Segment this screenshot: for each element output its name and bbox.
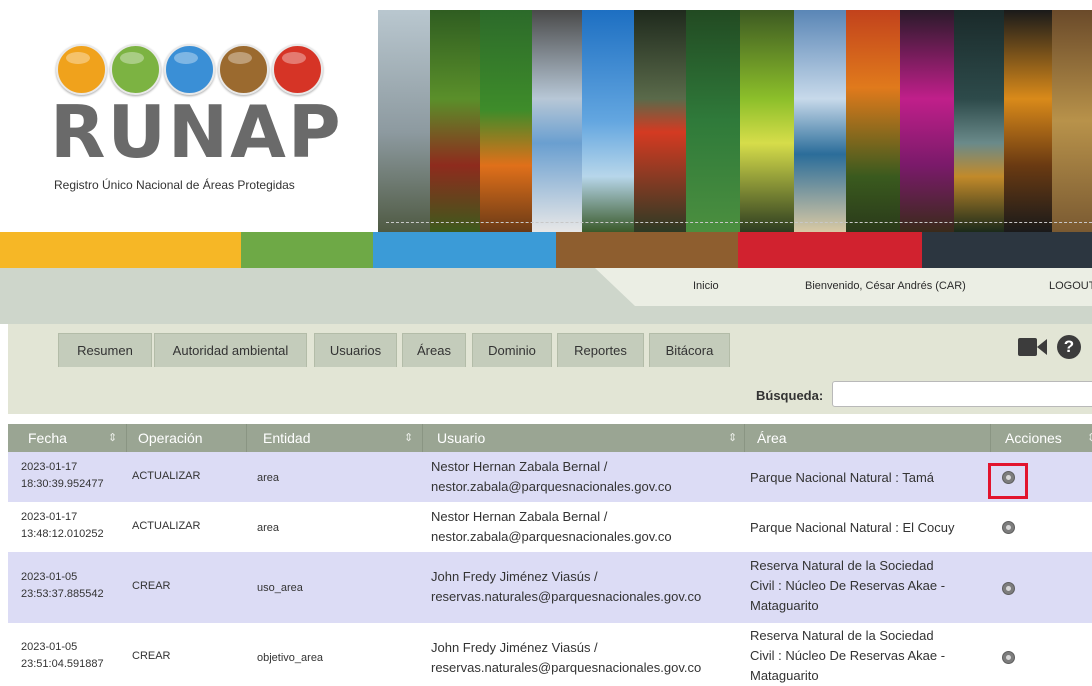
search-label: Búsqueda: bbox=[756, 388, 824, 403]
sort-icon[interactable]: ⇕ bbox=[108, 424, 117, 452]
sort-icon[interactable]: ⇕ bbox=[1087, 424, 1092, 452]
tab-autoridad-ambiental[interactable]: Autoridad ambiental bbox=[154, 333, 307, 367]
cell-operacion: ACTUALIZAR bbox=[132, 470, 201, 482]
nature-banner bbox=[378, 10, 1092, 232]
col-fecha[interactable]: Fecha bbox=[28, 424, 67, 452]
cell-entidad: uso_area bbox=[257, 582, 303, 594]
view-detail-icon[interactable] bbox=[1002, 582, 1015, 595]
leaf-icon bbox=[110, 44, 161, 95]
logout-link[interactable]: LOGOUT bbox=[1049, 280, 1092, 292]
cell-area: Reserva Natural de la Sociedad Civil : Nú… bbox=[750, 558, 946, 613]
tab-areas[interactable]: Áreas bbox=[402, 333, 466, 367]
table-row[interactable]: 2023-01-05 23:53:37.885542 CREAR uso_area… bbox=[8, 552, 1092, 623]
view-detail-icon[interactable] bbox=[1002, 521, 1015, 534]
table-row[interactable]: 2023-01-05 23:51:04.591887 CREAR objetivo… bbox=[8, 623, 1092, 685]
tab-reportes[interactable]: Reportes bbox=[557, 333, 644, 367]
cell-usuario: Nestor Hernan Zabala Bernal / nestor.zaba… bbox=[431, 459, 672, 494]
cell-fecha: 2023-01-05 23:53:37.885542 bbox=[21, 571, 104, 600]
bear-icon bbox=[272, 44, 323, 95]
runap-logo[interactable]: RUNAP Registro Único Nacional de Áreas P… bbox=[0, 0, 376, 232]
top-nav: Inicio Bienvenido, César Andrés (CAR) LO… bbox=[0, 268, 1092, 324]
table-row[interactable]: 2023-01-17 13:48:12.010252 ACTUALIZAR are… bbox=[8, 502, 1092, 552]
nav-inicio-link[interactable]: Inicio bbox=[693, 280, 719, 292]
logo-wordmark: RUNAP bbox=[50, 90, 343, 174]
cell-usuario: John Fredy Jiménez Viasús / reservas.natu… bbox=[431, 640, 702, 675]
cell-fecha: 2023-01-05 23:51:04.591887 bbox=[21, 641, 104, 670]
cell-operacion: CREAR bbox=[132, 580, 171, 592]
cell-area: Parque Nacional Natural : El Cocuy bbox=[750, 520, 955, 535]
welcome-text: Bienvenido, César Andrés (CAR) bbox=[805, 280, 966, 292]
cell-operacion: CREAR bbox=[132, 650, 171, 662]
mountain-icon bbox=[164, 44, 215, 95]
logo-subtitle: Registro Único Nacional de Áreas Protegi… bbox=[54, 178, 295, 192]
cell-entidad: area bbox=[257, 472, 280, 484]
plant-icon bbox=[218, 44, 269, 95]
tab-dominio[interactable]: Dominio bbox=[472, 333, 552, 367]
video-icon[interactable] bbox=[1018, 336, 1048, 358]
col-entidad[interactable]: Entidad bbox=[263, 424, 310, 452]
cell-usuario: John Fredy Jiménez Viasús / reservas.natu… bbox=[431, 569, 702, 604]
col-usuario[interactable]: Usuario bbox=[437, 424, 485, 452]
sort-icon[interactable]: ⇕ bbox=[728, 424, 737, 452]
cell-operacion: ACTUALIZAR bbox=[132, 520, 201, 532]
col-acciones[interactable]: Acciones bbox=[1005, 424, 1062, 452]
banner-dashed-rule bbox=[386, 222, 1092, 223]
cell-entidad: objetivo_area bbox=[257, 652, 324, 664]
help-icon[interactable]: ? bbox=[1057, 335, 1081, 359]
col-operacion[interactable]: Operación bbox=[138, 424, 203, 452]
cell-area: Reserva Natural de la Sociedad Civil : Nú… bbox=[750, 628, 946, 683]
tab-usuarios[interactable]: Usuarios bbox=[314, 333, 397, 367]
cell-usuario: Nestor Hernan Zabala Bernal / nestor.zaba… bbox=[431, 509, 672, 544]
view-detail-icon[interactable] bbox=[1002, 651, 1015, 664]
col-area[interactable]: Área bbox=[757, 424, 787, 452]
cell-fecha: 2023-01-17 13:48:12.010252 bbox=[21, 511, 104, 540]
search-input[interactable] bbox=[832, 381, 1092, 407]
cell-area: Parque Nacional Natural : Tamá bbox=[750, 470, 935, 485]
cell-fecha: 2023-01-17 18:30:39.952477 bbox=[21, 461, 104, 490]
sun-palm-icon bbox=[56, 44, 107, 95]
table-header: Fecha ⇕ Operación Entidad ⇕ Usuario ⇕ Ár… bbox=[8, 424, 1092, 452]
action-highlight-box bbox=[988, 463, 1028, 499]
tab-bitacora[interactable]: Bitácora bbox=[649, 333, 730, 367]
sort-icon[interactable]: ⇕ bbox=[404, 424, 413, 452]
color-bar bbox=[0, 232, 1092, 268]
cell-entidad: area bbox=[257, 522, 280, 534]
tab-resumen[interactable]: Resumen bbox=[58, 333, 152, 367]
table-row[interactable]: 2023-01-17 18:30:39.952477 ACTUALIZAR are… bbox=[8, 452, 1092, 502]
